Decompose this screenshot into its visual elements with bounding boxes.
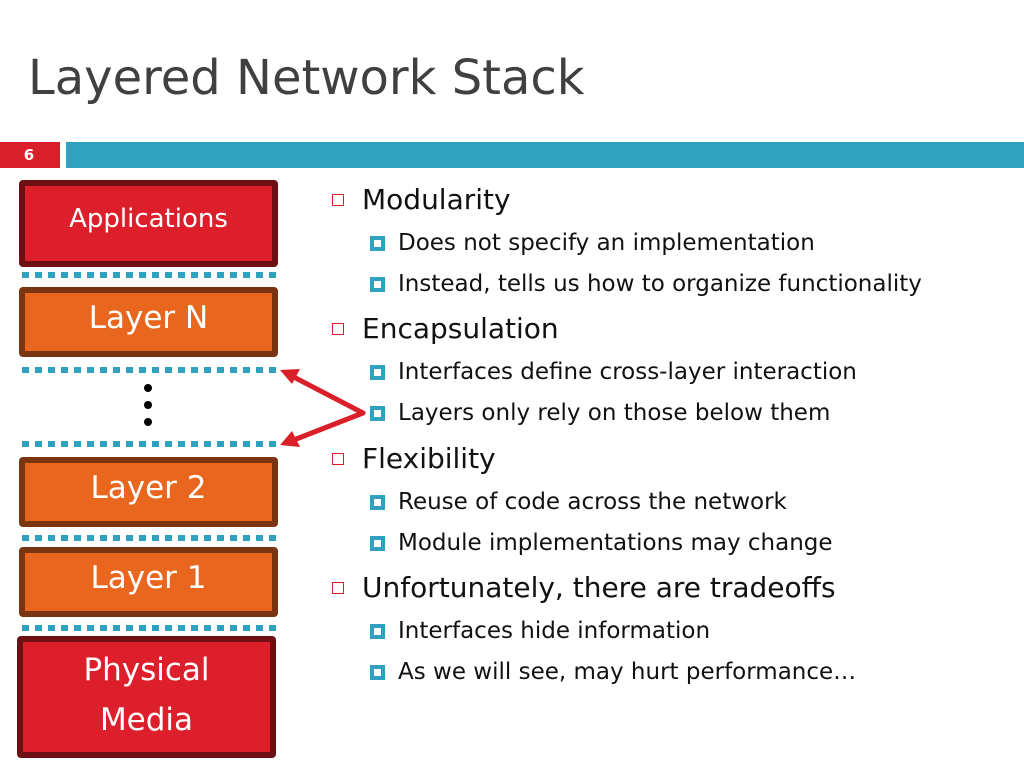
sub-bullet: Interfaces define cross-layer interactio… [370,359,857,385]
layer-separator [22,441,277,447]
layer-separator [22,535,277,541]
bullet-text: Unfortunately, there are tradeoffs [362,571,836,604]
sub-bullet-text: Interfaces define cross-layer interactio… [398,359,857,385]
hollow-square-bullet-icon [332,193,344,206]
ellipsis-dots-icon [144,384,152,435]
square-bullet-icon [370,405,385,421]
layer-applications: Applications [19,180,278,267]
slide-title: Layered Network Stack [28,50,585,106]
layer-physical-media: Physical Media [17,636,276,758]
double-arrow-icon [280,369,366,447]
bullet-text: Flexibility [362,442,496,475]
sub-bullet-text: Reuse of code across the network [398,489,787,515]
layer-label: Layer N [88,300,209,336]
square-bullet-icon [370,235,385,251]
square-bullet-icon [370,276,385,292]
sub-bullet: Does not specify an implementation [370,230,815,256]
square-bullet-icon [370,664,385,680]
sub-bullet-text: Does not specify an implementation [398,230,815,256]
layer-separator [22,625,277,631]
sub-bullet: Instead, tells us how to organize functi… [370,271,922,297]
sub-bullet: Interfaces hide information [370,618,710,644]
sub-bullet-text: Module implementations may change [398,530,833,556]
bullet-modularity: Modularity [332,183,511,216]
sub-bullet: Reuse of code across the network [370,489,787,515]
layer-2: Layer 2 [19,457,278,527]
bullet-encapsulation: Encapsulation [332,312,559,345]
layer-label: Layer 1 [90,560,207,596]
slide-number: 6 [0,142,60,168]
square-bullet-icon [370,494,385,510]
hollow-square-bullet-icon [332,581,344,594]
square-bullet-icon [370,623,385,639]
layer-label: Layer 2 [90,470,207,506]
square-bullet-icon [370,535,385,551]
sub-bullet: Layers only rely on those below them [370,400,830,426]
sub-bullet-text: Interfaces hide information [398,618,711,644]
sub-bullet: As we will see, may hurt performance… [370,659,856,685]
sub-bullet-text: Layers only rely on those below them [398,400,831,426]
layer-label: Physical Media [83,652,210,738]
layer-label: Applications [69,203,228,234]
bullet-flexibility: Flexibility [332,442,496,475]
hollow-square-bullet-icon [332,452,344,465]
sub-bullet-text: Instead, tells us how to organize functi… [398,271,922,297]
layer-1: Layer 1 [19,547,278,617]
layer-separator [22,367,277,373]
sub-bullet-text: As we will see, may hurt performance… [398,659,857,685]
sub-bullet: Module implementations may change [370,530,833,556]
bullet-tradeoffs: Unfortunately, there are tradeoffs [332,571,836,604]
bullet-text: Modularity [362,183,511,216]
bullet-text: Encapsulation [362,312,559,345]
title-underline-bar [66,142,1024,168]
layer-separator [22,272,277,278]
hollow-square-bullet-icon [332,322,344,335]
layer-n: Layer N [19,287,278,357]
square-bullet-icon [370,364,385,380]
